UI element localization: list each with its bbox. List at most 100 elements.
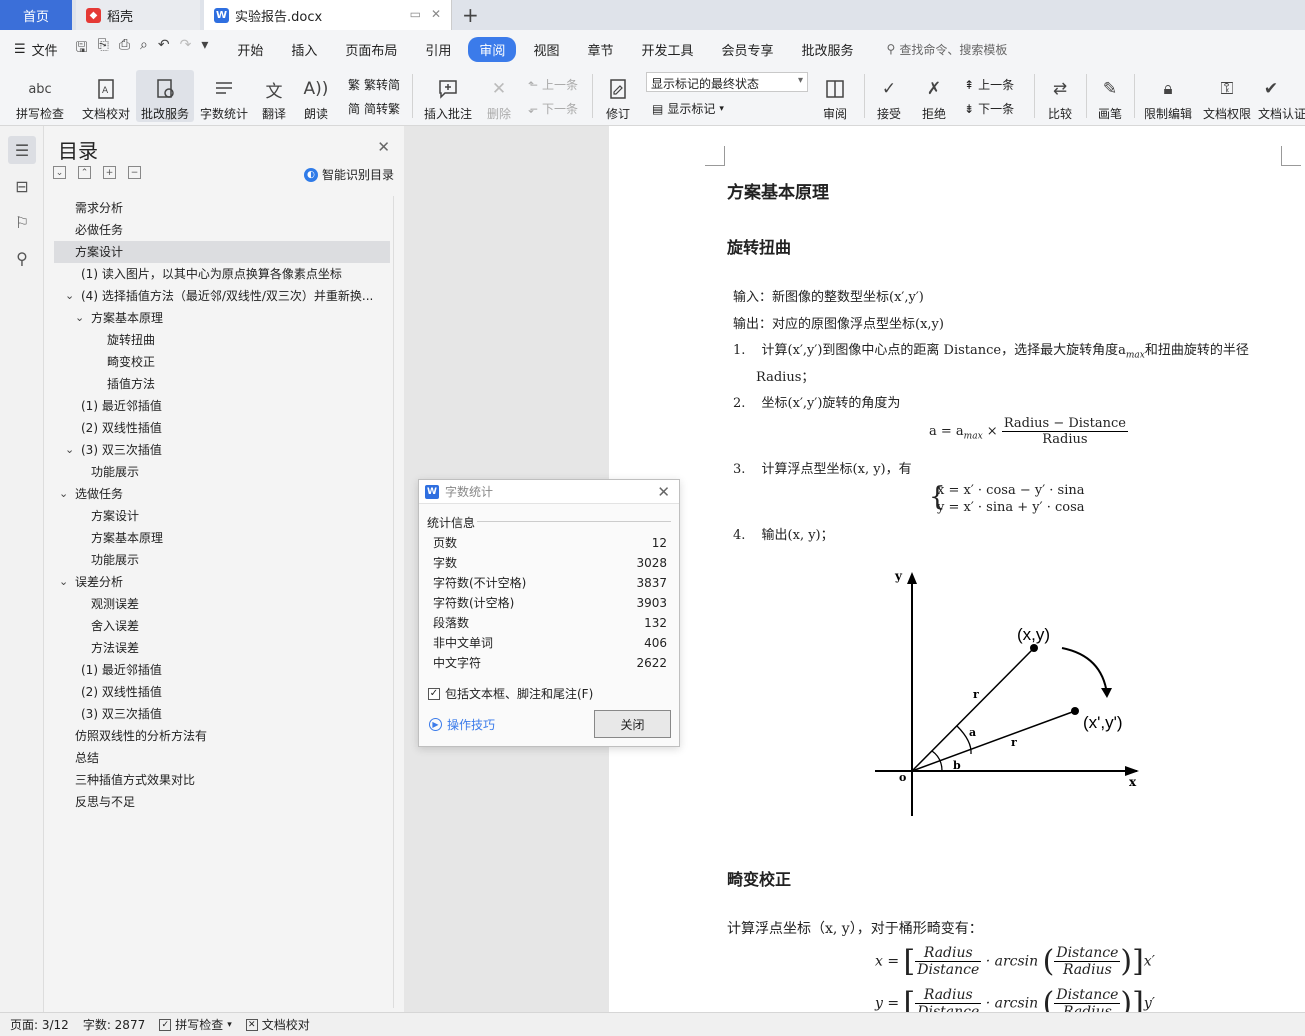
simp-to-trad-button[interactable]: 简简转繁 [348, 100, 400, 117]
prev-change-button[interactable]: ⇞ 上一条 [964, 76, 1014, 93]
word-count-button[interactable]: 字数统计 [198, 70, 250, 122]
accept-button[interactable]: ✓ 接受 [870, 70, 908, 122]
toc-item[interactable]: 三种插值方式效果对比 [54, 769, 390, 791]
pin-window-icon[interactable]: ▭ [410, 7, 421, 21]
toc-item[interactable]: (3) 双三次插值 [54, 703, 390, 725]
page-indicator[interactable]: 页面: 3/12 [10, 1016, 69, 1033]
toc-item[interactable]: (1) 最近邻插值 [54, 659, 390, 681]
toc-item[interactable]: ⌄ 误差分析 [54, 571, 390, 593]
tab-home[interactable]: 首页 [0, 0, 72, 30]
chevron-down-icon[interactable]: ⌄ [75, 307, 84, 329]
chevron-down-icon[interactable]: ⌄ [59, 483, 68, 505]
prev-comment-button[interactable]: ⬑ 上一条 [528, 76, 578, 93]
search-icon[interactable]: ⚲ [8, 244, 36, 272]
spell-check-button[interactable]: abc 拼写检查 [8, 70, 72, 122]
toc-item[interactable]: 功能展示 [54, 549, 390, 571]
undo-icon[interactable]: ↶ [158, 37, 170, 61]
tab-document[interactable]: W 实验报告.docx ▭ ✕ [204, 0, 452, 30]
tips-link[interactable]: ▶ 操作技巧 [429, 716, 495, 733]
reject-button[interactable]: ✗ 拒绝 [914, 70, 954, 122]
menu-tab-3[interactable]: 引用 [414, 37, 462, 62]
insert-comment-button[interactable]: 插入批注 [420, 70, 476, 122]
toc-item[interactable]: 观测误差 [54, 593, 390, 615]
new-tab-button[interactable]: + [462, 3, 479, 27]
menu-tab-5[interactable]: 视图 [522, 37, 570, 62]
toc-item[interactable]: 功能展示 [54, 461, 390, 483]
close-icon[interactable]: ✕ [657, 483, 670, 501]
print-preview-icon[interactable]: ⌕ [140, 37, 148, 61]
toc-item[interactable]: 仿照双线性的分析方法有 [54, 725, 390, 747]
save-icon[interactable]: 🖫 [76, 37, 88, 61]
include-textbox-checkbox[interactable]: ✓ 包括文本框、脚注和尾注(F) [428, 685, 593, 702]
close-button[interactable]: 关闭 [594, 710, 671, 738]
smart-toc-button[interactable]: ◐ 智能识别目录 [303, 166, 394, 183]
spell-check-toggle[interactable]: ✓ 拼写检查 ▾ [159, 1016, 232, 1033]
remove-level-icon[interactable]: − [128, 166, 141, 179]
toc-item[interactable]: 畸变校正 [54, 351, 390, 373]
dialog-header[interactable]: W 字数统计 [419, 480, 679, 504]
review-pane-button[interactable]: 审阅 [816, 70, 854, 122]
tab-daoke[interactable]: ◆ 稻壳 [76, 0, 200, 30]
menu-tab-2[interactable]: 页面布局 [334, 37, 408, 62]
menu-tab-8[interactable]: 会员专享 [710, 37, 784, 62]
toc-item[interactable]: ⌄ (4) 选择插值方法（最近邻/双线性/双三次）并重新换... [54, 285, 390, 307]
menu-tab-6[interactable]: 章节 [576, 37, 624, 62]
document-page[interactable]: 方案基本原理 旋转扭曲 输入：新图像的整数型坐标(x′,y′) 输出：对应的原图… [609, 126, 1305, 1012]
show-markup-button[interactable]: ▤ 显示标记 ▾ [652, 100, 724, 117]
toc-item[interactable]: ⌄ (3) 双三次插值 [54, 439, 390, 461]
chevron-down-icon[interactable]: ⌄ [65, 285, 74, 307]
proofread-button[interactable]: A 文档校对 [78, 70, 134, 122]
command-search[interactable]: ⚲ 查找命令、搜索模板 [887, 41, 1008, 58]
trad-to-simp-button[interactable]: 繁繁转简 [348, 76, 400, 93]
document-permission-button[interactable]: ⚿ 文档权限 [1200, 70, 1254, 122]
toc-item[interactable]: 插值方法 [54, 373, 390, 395]
menu-tab-1[interactable]: 插入 [280, 37, 328, 62]
customize-icon[interactable]: ▾ [201, 37, 208, 61]
toc-item[interactable]: 方案设计 [54, 241, 390, 263]
restrict-editing-button[interactable]: 🔒︎ 限制编辑 [1140, 70, 1196, 122]
toc-item[interactable]: (2) 双线性插值 [54, 417, 390, 439]
review-service-button[interactable]: 批改服务 [136, 70, 194, 122]
toc-item[interactable]: 需求分析 [54, 197, 390, 219]
document-certify-button[interactable]: ✔︎ 文档认证 [1258, 70, 1305, 122]
toc-item[interactable]: 必做任务 [54, 219, 390, 241]
close-icon[interactable]: ✕ [377, 138, 390, 156]
markup-state-select[interactable]: 显示标记的最终状态 [646, 72, 808, 92]
chevron-down-icon[interactable]: ⌄ [59, 571, 68, 593]
toc-item[interactable]: 反思与不足 [54, 791, 390, 813]
chapter-nav-icon[interactable]: ⊟ [8, 172, 36, 200]
toc-item[interactable]: 舍入误差 [54, 615, 390, 637]
toc-item[interactable]: ⌄ 方案基本原理 [54, 307, 390, 329]
pen-button[interactable]: ✎ 画笔 [1092, 70, 1128, 122]
track-changes-button[interactable]: 修订 [598, 70, 638, 122]
toc-item[interactable]: (2) 双线性插值 [54, 681, 390, 703]
toc-item[interactable]: 方法误差 [54, 637, 390, 659]
bookmark-icon[interactable]: ⚐ [8, 208, 36, 236]
menu-tab-0[interactable]: 开始 [226, 37, 274, 62]
file-menu[interactable]: ☰ 文件 [14, 40, 58, 59]
delete-comment-button[interactable]: ✕ 删除 [480, 70, 518, 122]
collapse-all-icon[interactable]: ⌄ [53, 166, 66, 179]
read-aloud-button[interactable]: A)) 朗读 [298, 70, 334, 122]
toc-scrollbar[interactable] [393, 196, 399, 1008]
toc-item[interactable]: (1) 读入图片，以其中心为原点换算各像素点坐标 [54, 263, 390, 285]
toc-item[interactable]: 旋转扭曲 [54, 329, 390, 351]
next-change-button[interactable]: ⇟ 下一条 [964, 100, 1014, 117]
redo-icon[interactable]: ↷ [180, 37, 192, 61]
next-comment-button[interactable]: ⬐ 下一条 [528, 100, 578, 117]
menu-tab-4[interactable]: 审阅 [468, 36, 517, 62]
export-icon[interactable]: ⎘ [98, 37, 109, 61]
add-level-icon[interactable]: + [103, 166, 116, 179]
compare-button[interactable]: ⇄ 比较 [1040, 70, 1080, 122]
translate-button[interactable]: 文 翻译 [254, 70, 294, 122]
print-icon[interactable]: ⎙ [119, 37, 130, 61]
close-tab-icon[interactable]: ✕ [431, 7, 441, 21]
toc-nav-icon[interactable]: ☰ [8, 136, 36, 164]
menu-tab-7[interactable]: 开发工具 [630, 37, 704, 62]
toc-item[interactable]: (1) 最近邻插值 [54, 395, 390, 417]
toc-item[interactable]: 方案基本原理 [54, 527, 390, 549]
proofread-toggle[interactable]: ✕ 文档校对 [245, 1016, 310, 1033]
chevron-down-icon[interactable]: ⌄ [65, 439, 74, 461]
word-count-indicator[interactable]: 字数: 2877 [83, 1016, 145, 1033]
toc-item[interactable]: 方案设计 [54, 505, 390, 527]
